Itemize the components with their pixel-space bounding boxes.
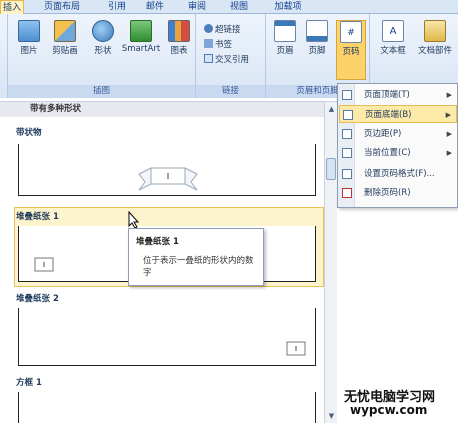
submenu-arrow-icon: ▶ [446, 130, 452, 138]
smartart-button-label: SmartArt [121, 44, 161, 54]
header-icon [274, 20, 296, 42]
page-top-icon [342, 90, 352, 100]
tab-addins[interactable]: 加载项 [268, 0, 308, 14]
ribbon-group-illustrations: 图片 剪贴画 形状 SmartArt 图表 插图 [8, 14, 196, 98]
illustrations-group-label: 插图 [8, 85, 195, 98]
page-number-icon: # [340, 21, 362, 43]
ribbon-group-links: 超链接 书签 交叉引用 链接 [196, 14, 266, 98]
scroll-up-icon[interactable]: ▲ [327, 105, 336, 114]
header-button-label: 页眉 [276, 46, 294, 56]
tab-review[interactable]: 审阅 [184, 0, 210, 14]
tab-insert[interactable]: 插入 [0, 0, 24, 14]
hyperlink-button[interactable]: 超链接 [204, 24, 241, 37]
footer-icon [306, 20, 328, 42]
menu-item-label: 页面底端(B) [365, 110, 412, 120]
quick-parts-icon [424, 20, 446, 42]
footer-button-label: 页脚 [308, 46, 326, 56]
textbox-button-label: 文本框 [380, 46, 406, 56]
bookmark-icon [204, 39, 213, 48]
textbox-button[interactable]: A 文本框 [376, 20, 410, 56]
page-bottom-icon [343, 110, 353, 120]
textbox-icon: A [382, 20, 404, 42]
menu-item-current-position[interactable]: 当前位置(C) ▶ [339, 144, 457, 162]
quick-parts-button-label: 文档部件 [417, 46, 452, 56]
footer-button[interactable]: 页脚 [302, 20, 332, 56]
clipart-button-label: 剪贴画 [52, 46, 78, 56]
clipart-button[interactable]: 剪贴画 [48, 20, 82, 56]
menu-item-label: 设置页码格式(F)... [364, 169, 435, 179]
ribbon-tab-bar: 插入 页面布局 引用 邮件 审阅 视图 加载项 [0, 0, 458, 14]
gallery-scrollbar[interactable]: ▲ ▼ [324, 102, 337, 423]
shapes-button[interactable]: 形状 [88, 20, 118, 56]
hyperlink-label: 超链接 [215, 25, 241, 35]
watermark-url: wypcw.com [350, 403, 428, 417]
submenu-arrow-icon: ▶ [446, 91, 452, 99]
menu-item-remove-page-numbers[interactable]: 删除页码(R) [339, 184, 457, 202]
ribbon-shape-preview [138, 167, 198, 191]
menu-item-label: 页边距(P) [364, 129, 402, 139]
smartart-button[interactable]: SmartArt [120, 20, 162, 54]
submenu-arrow-icon: ▶ [445, 111, 451, 119]
tab-references[interactable]: 引用 [104, 0, 130, 14]
scroll-down-icon[interactable]: ▼ [327, 412, 336, 421]
gallery-tooltip: 堆叠纸张 1 位于表示一叠纸的形状内的数字 [128, 228, 264, 286]
hyperlink-icon [204, 24, 213, 33]
remove-page-numbers-icon [342, 188, 352, 198]
tab-mailings[interactable]: 邮件 [142, 0, 168, 14]
chart-button-label: 图表 [170, 46, 188, 56]
cross-reference-label: 交叉引用 [215, 55, 250, 65]
clipart-icon [54, 20, 76, 42]
tooltip-title: 堆叠纸张 1 [136, 237, 179, 247]
gallery-item-ribbon[interactable] [18, 144, 316, 196]
menu-item-label: 当前位置(C) [364, 148, 411, 158]
current-position-icon [342, 148, 352, 158]
bookmark-button[interactable]: 书签 [204, 39, 232, 52]
gallery-item-label: 带状物 [16, 128, 42, 138]
ribbon-group-pages [0, 14, 8, 98]
bookmark-label: 书签 [215, 40, 233, 50]
menu-item-bottom-of-page[interactable]: 页面底端(B) ▶ [339, 105, 457, 123]
picture-button[interactable]: 图片 [14, 20, 44, 56]
mouse-cursor-icon [128, 211, 140, 229]
submenu-arrow-icon: ▶ [446, 149, 452, 157]
menu-item-page-margins[interactable]: 页边距(P) ▶ [339, 125, 457, 143]
page-number-button[interactable]: # 页码 [336, 20, 366, 80]
page-margins-icon [342, 129, 352, 139]
links-group-label: 链接 [196, 85, 265, 98]
chart-button[interactable]: 图表 [164, 20, 194, 56]
menu-item-top-of-page[interactable]: 页面顶端(T) ▶ [339, 86, 457, 104]
scroll-thumb[interactable] [326, 158, 336, 180]
gallery-item-label: 方框 1 [16, 378, 42, 388]
picture-icon [18, 20, 40, 42]
tab-page-layout[interactable]: 页面布局 [36, 0, 88, 14]
page-number-button-label: 页码 [342, 47, 360, 57]
format-page-numbers-icon [342, 169, 352, 179]
menu-item-label: 页面顶端(T) [364, 90, 410, 100]
tooltip-description: 位于表示一叠纸的形状内的数字 [143, 256, 254, 278]
gallery-item-label: 堆叠纸张 1 [16, 212, 59, 222]
gallery-item-box-1[interactable] [18, 392, 316, 423]
gallery-category-title: 带有多种形状 [0, 102, 324, 117]
word-window: 插入 页面布局 引用 邮件 审阅 视图 加载项 图片 剪贴画 形状 SmartA… [0, 0, 458, 423]
page-number-menu: 页面顶端(T) ▶ 页面底端(B) ▶ 页边距(P) ▶ 当前位置(C) ▶ 设… [337, 83, 458, 208]
shapes-icon [92, 20, 114, 42]
menu-item-format-page-numbers[interactable]: 设置页码格式(F)... [339, 165, 457, 183]
gallery-item-label: 堆叠纸张 2 [16, 294, 59, 304]
gallery-item-stacked-paper-2[interactable] [18, 308, 316, 366]
stacked-paper-preview [286, 341, 306, 356]
header-button[interactable]: 页眉 [270, 20, 300, 56]
cross-reference-button[interactable]: 交叉引用 [204, 54, 249, 67]
chart-icon [168, 20, 190, 42]
shapes-button-label: 形状 [94, 46, 112, 56]
picture-button-label: 图片 [20, 46, 38, 56]
cross-reference-icon [204, 54, 213, 63]
quick-parts-button[interactable]: 文档部件 [414, 20, 456, 56]
smartart-icon [130, 20, 152, 42]
tab-view[interactable]: 视图 [226, 0, 252, 14]
menu-item-label: 删除页码(R) [364, 188, 411, 198]
